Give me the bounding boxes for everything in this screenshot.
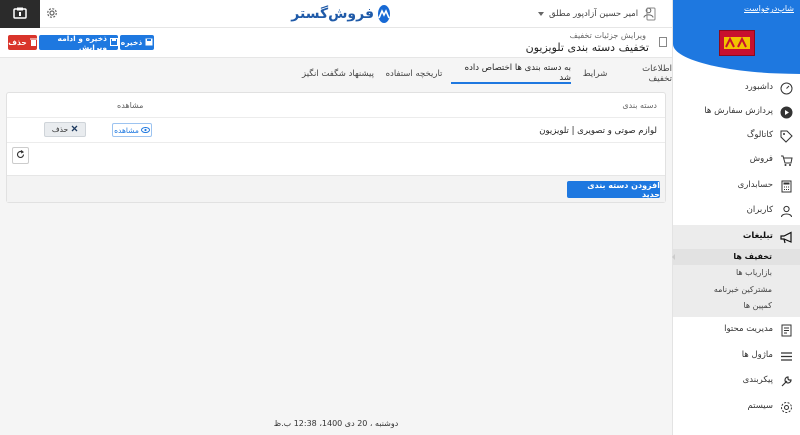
delete-button-label: حذف <box>8 38 27 47</box>
sidebar-item-users[interactable]: کاربران <box>673 199 800 223</box>
brand-logo[interactable]: فروش‌گستر <box>291 4 390 24</box>
sidebar-item-label: حسابداری <box>737 180 773 190</box>
tab-amazing-offer[interactable]: پیشنهاد شگفت انگیز <box>300 64 376 84</box>
sidebar-item-content[interactable]: مدیریت محتوا <box>673 318 800 342</box>
sidebar-item-catalog[interactable]: کاتالوگ <box>673 124 800 148</box>
remove-category-button[interactable]: حذف <box>44 122 86 137</box>
footer-datetime: دوشنبه ، 20 دی 1400، 12:38 ب.ظ <box>273 419 399 428</box>
sidebar-item-label: تبلیغات <box>742 231 773 241</box>
sidebar-item-label: ماژول ها <box>741 350 773 360</box>
category-name: لوازم صوتی و تصویری | تلویزیون <box>539 126 657 136</box>
settings-button[interactable] <box>44 6 60 22</box>
save-icon <box>110 37 118 48</box>
sidebar-item-orders[interactable]: پردازش سفارش ها <box>673 100 800 124</box>
eye-icon <box>140 126 150 135</box>
view-button-label: مشاهده <box>114 125 139 135</box>
tab-discount-info[interactable]: اطلاعات تخفیف <box>618 64 672 84</box>
store-logo <box>719 30 755 56</box>
save-continue-label: ذخیره و ادامه ویرایش <box>57 33 107 52</box>
sidebar-item-modules[interactable]: ماژول ها <box>673 344 800 368</box>
user-name: امیر حسین آزادپور مطلق <box>549 9 639 19</box>
sidebar-item-label: کاتالوگ <box>746 130 773 140</box>
card-footer: افزودن دسته بندی جدید <box>7 175 665 202</box>
sidebar-item-label: پیکربندی <box>742 375 773 385</box>
dashboard-icon <box>779 81 793 95</box>
page-title: تخفیف دسته بندی تلویزیون <box>525 41 649 54</box>
add-category-button[interactable]: افزودن دسته بندی جدید <box>567 181 660 199</box>
tab-bar: اطلاعات تخفیف شرایط به دسته بندی ها اختص… <box>300 63 672 84</box>
sidebar-subitem-newsletter[interactable]: مشترکین خبرنامه <box>714 285 772 294</box>
cart-icon <box>779 153 793 167</box>
gear-icon <box>779 400 793 414</box>
trash-icon <box>29 38 37 48</box>
close-icon <box>71 125 78 134</box>
active-caret-icon <box>672 254 675 260</box>
sidebar-item-system[interactable]: سیستم <box>673 395 800 419</box>
top-bar: فروش‌گستر امیر حسین آزادپور مطلق <box>0 0 672 28</box>
row-divider <box>7 142 665 143</box>
tab-conditions[interactable]: شرایط <box>574 64 616 84</box>
refresh-button[interactable] <box>12 147 29 164</box>
sidebar-subitem-campaigns[interactable]: کمپین ها <box>743 301 772 310</box>
view-button[interactable]: مشاهده <box>112 123 152 137</box>
header-divider <box>7 117 665 118</box>
breadcrumb: ویرایش جزئیات تخفیف <box>569 31 646 40</box>
sidebar-item-label: فروش <box>749 154 773 164</box>
tab-usage-history[interactable]: تاریخچه استفاده <box>379 64 449 84</box>
toggle-panel-button[interactable] <box>0 0 40 28</box>
megaphone-icon <box>779 230 793 244</box>
save-continue-button[interactable]: ذخیره و ادامه ویرایش <box>39 33 118 52</box>
user-icon <box>779 204 793 218</box>
user-menu[interactable]: امیر حسین آزادپور مطلق <box>538 6 654 22</box>
save-icon <box>145 38 153 48</box>
remove-button-label: حذف <box>51 125 69 134</box>
sidebar: شاپ‌درخواست داشبورد پردازش سفارش ها کاتا… <box>672 0 800 435</box>
document-icon <box>659 37 667 47</box>
mobile-icon[interactable] <box>646 7 658 21</box>
panel-icon <box>13 7 27 22</box>
brand-name: فروش‌گستر <box>291 6 374 22</box>
list-icon <box>779 349 793 363</box>
sidebar-subitem-affiliates[interactable]: بازاریاب ها <box>736 268 772 277</box>
sidebar-item-label: سیستم <box>747 401 774 411</box>
tag-icon <box>779 129 793 143</box>
wrench-icon <box>779 374 793 388</box>
assigned-categories-card: دسته بندی مشاهده لوازم صوتی و تصویری | ت… <box>6 92 666 203</box>
save-button[interactable]: ذخیره <box>120 35 154 50</box>
gear-icon <box>46 7 58 22</box>
chevron-down-icon <box>538 9 544 19</box>
store-title-link[interactable]: شاپ‌درخواست <box>744 4 794 13</box>
tab-assigned-categories[interactable]: به دسته بندی ها اختصاص داده شد <box>451 63 571 84</box>
delete-button[interactable]: حذف <box>8 35 37 50</box>
save-button-label: ذخیره <box>120 38 143 47</box>
sidebar-item-dashboard[interactable]: داشبورد <box>673 76 800 100</box>
content-icon <box>779 323 793 337</box>
sidebar-item-label: مدیریت محتوا <box>724 324 773 334</box>
sidebar-item-label: کاربران <box>746 205 773 215</box>
sidebar-item-sales[interactable]: فروش <box>673 148 800 172</box>
column-header-category: دسته بندی <box>622 101 657 110</box>
sidebar-item-promotions[interactable]: تبلیغات <box>673 225 800 249</box>
column-header-view: مشاهده <box>117 101 144 110</box>
refresh-icon <box>16 149 25 162</box>
brand-mark-icon <box>378 5 390 23</box>
calculator-icon <box>779 179 793 193</box>
sidebar-item-configuration[interactable]: پیکربندی <box>673 369 800 393</box>
sidebar-item-accounting[interactable]: حسابداری <box>673 174 800 198</box>
sidebar-subitem-discounts[interactable]: تخفیف ها <box>733 252 772 261</box>
page-header: حذف ذخیره و ادامه ویرایش ذخیره ویرایش جز… <box>0 28 672 58</box>
play-circle-icon <box>779 105 793 119</box>
sidebar-item-label: داشبورد <box>744 82 773 92</box>
sidebar-item-label: پردازش سفارش ها <box>704 106 773 116</box>
